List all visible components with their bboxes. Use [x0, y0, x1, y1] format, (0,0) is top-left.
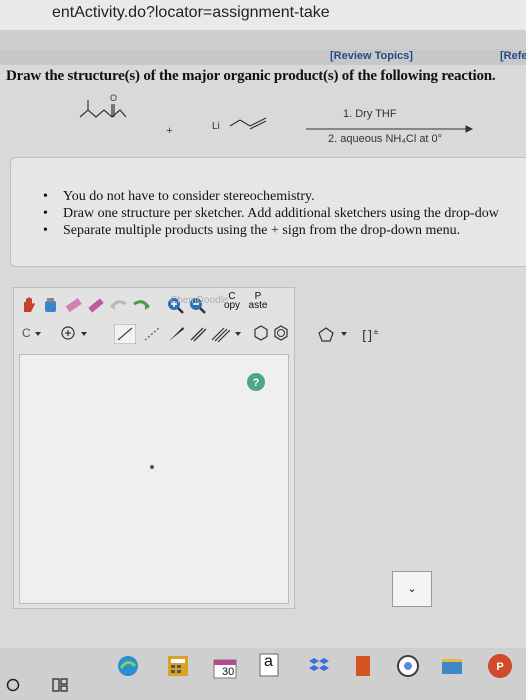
reaction-arrow — [306, 125, 474, 133]
browser-url-bar[interactable]: entActivity.do?locator=assignment-take — [0, 0, 526, 30]
dashed-bond-icon[interactable] — [142, 324, 162, 344]
condition-step-2: 2. aqueous NH₄Cl at 0° — [328, 133, 443, 145]
dropbox-icon[interactable] — [308, 656, 330, 676]
structure-sketcher: C opy P aste C ? — [13, 287, 295, 609]
chrome-icon[interactable] — [396, 654, 420, 678]
svg-text:[]: [] — [362, 329, 372, 344]
instructions-list: • You do not have to consider stereochemi… — [43, 188, 499, 239]
charge-plus-icon[interactable] — [60, 325, 76, 341]
redo-icon[interactable] — [130, 296, 152, 314]
hand-icon[interactable] — [20, 296, 38, 314]
instruction-item: • You do not have to consider stereochemi… — [43, 188, 499, 205]
file-explorer-icon[interactable] — [440, 656, 464, 676]
drawing-canvas[interactable]: ? — [19, 354, 289, 604]
instructions-box: • You do not have to consider stereochemi… — [10, 157, 526, 267]
instruction-text: Separate multiple products using the + s… — [63, 223, 461, 238]
lithium-label: Li — [212, 121, 220, 132]
benzene-icon[interactable] — [272, 324, 290, 342]
search-icon[interactable] — [6, 678, 20, 692]
calendar-badge: 30 — [222, 666, 235, 678]
add-sketcher-dropdown[interactable]: ⌄ — [392, 571, 432, 607]
reaction-plus: + — [166, 123, 173, 137]
lasso-icon[interactable] — [42, 296, 60, 314]
edge-icon[interactable] — [116, 654, 140, 678]
help-icon[interactable]: ? — [245, 371, 267, 393]
chevron-down-icon[interactable] — [80, 330, 88, 338]
ketone-structure — [79, 100, 127, 118]
cyclohexane-icon[interactable] — [252, 324, 270, 342]
app-a-label: a — [264, 653, 273, 670]
browser-toolbar — [0, 30, 526, 50]
bracket-charge-icon[interactable]: [] ± — [360, 326, 380, 344]
eraser-icon[interactable] — [64, 296, 82, 314]
review-topics-link[interactable]: [Review Topics] — [330, 50, 413, 62]
single-bond-icon[interactable] — [114, 324, 136, 344]
ketone-oxygen: O — [110, 93, 117, 103]
canvas-dot — [150, 465, 154, 469]
organolithium-structure — [229, 117, 267, 130]
instruction-text: You do not have to consider stereochemis… — [63, 189, 315, 204]
url-text: entActivity.do?locator=assignment-take — [52, 4, 330, 21]
os-taskbar: 30 a P — [0, 648, 526, 700]
condition-step-1: 1. Dry THF — [343, 108, 397, 120]
chevron-down-icon[interactable] — [34, 330, 42, 338]
bullet: • — [43, 223, 48, 238]
chemdoodle-brand: ChemDoodle — [170, 295, 229, 306]
task-view-icon[interactable] — [52, 678, 68, 692]
undo-icon[interactable] — [108, 296, 130, 314]
svg-text:?: ? — [253, 377, 260, 389]
sketcher-toolbar-row-1: C opy P aste — [14, 288, 294, 320]
bullet: • — [43, 206, 48, 221]
references-link[interactable]: [Refe — [500, 50, 526, 62]
question-text: Draw the structure(s) of the major organ… — [6, 68, 496, 84]
bullet: • — [43, 189, 48, 204]
double-bond-icon[interactable] — [188, 324, 208, 344]
svg-text:±: ± — [373, 328, 379, 336]
chevron-down-icon[interactable] — [234, 330, 242, 338]
calculator-icon[interactable] — [166, 654, 190, 678]
instruction-item: • Separate multiple products using the + … — [43, 222, 499, 239]
clear-icon[interactable] — [86, 296, 104, 314]
triple-bond-icon[interactable] — [210, 324, 230, 344]
office-icon[interactable] — [352, 654, 374, 678]
chevron-down-icon[interactable] — [340, 330, 348, 338]
element-selector[interactable]: C — [22, 326, 31, 340]
instruction-text: Draw one structure per sketcher. Add add… — [63, 206, 499, 221]
review-strip: [Review Topics] [Refe — [0, 49, 526, 65]
wedge-bond-icon[interactable] — [166, 324, 186, 344]
powerpoint-icon[interactable]: P — [486, 652, 514, 680]
svg-text:P: P — [496, 661, 503, 673]
paste-button[interactable]: P aste — [246, 292, 270, 311]
instruction-item: • Draw one structure per sketcher. Add ad… — [43, 205, 499, 222]
cyclopentane-icon[interactable] — [316, 326, 336, 344]
sketcher-toolbar-row-2: C — [14, 320, 294, 350]
